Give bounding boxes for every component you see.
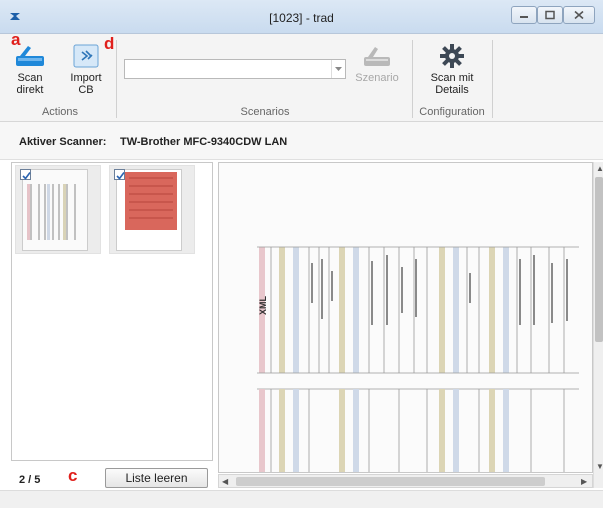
annotation-a: a <box>11 30 21 49</box>
checkmark-icon <box>22 172 31 180</box>
close-button[interactable] <box>563 6 595 24</box>
scan-details-label-line2: Details <box>435 84 469 96</box>
thumbnail-list[interactable] <box>11 162 213 461</box>
thumbnail-page-image <box>116 169 182 251</box>
scroll-up-icon[interactable]: ▲ <box>596 164 603 173</box>
scroll-right-icon[interactable]: ▶ <box>581 477 587 486</box>
vertical-scroll-thumb[interactable] <box>595 177 603 342</box>
thumbnail-page-2[interactable] <box>109 165 195 254</box>
ribbon-separator <box>492 40 493 118</box>
ribbon-separator <box>116 40 117 118</box>
horizontal-scroll-thumb[interactable] <box>236 477 545 486</box>
document-preview-icon <box>27 184 76 240</box>
scenario-button-label: Szenario <box>355 72 399 84</box>
maximize-button[interactable] <box>537 6 563 24</box>
document-preview-icon <box>125 172 177 230</box>
active-scanner-value: TW-Brother MFC-9340CDW LAN <box>120 136 288 148</box>
checkmark-icon <box>116 172 125 180</box>
vertical-scrollbar[interactable]: ▲ ▼ <box>593 162 603 488</box>
chevron-down-icon[interactable] <box>331 60 345 78</box>
scroll-down-icon[interactable]: ▼ <box>596 462 603 471</box>
import-clipboard-icon <box>73 44 99 68</box>
thumbnail-page-1[interactable] <box>15 165 101 254</box>
scroll-left-icon[interactable]: ◀ <box>222 477 228 486</box>
scan-details-button[interactable]: Scan mit Details <box>420 44 484 96</box>
thumbnail-checkbox[interactable] <box>114 169 125 180</box>
ribbon: Scan direkt Import CB Actions Szenario S… <box>0 34 603 122</box>
active-scanner-bar: Aktiver Scanner: TW-Brother MFC-9340CDW … <box>0 122 603 160</box>
status-bar <box>0 490 603 508</box>
active-scanner-label: Aktiver Scanner: <box>19 136 107 148</box>
scan-direct-button[interactable]: Scan direkt <box>8 44 52 96</box>
horizontal-scrollbar[interactable]: ◀ ▶ <box>218 474 593 488</box>
document-title-text: XML <box>258 296 268 316</box>
scenario-dropdown[interactable] <box>124 59 346 79</box>
annotation-d: d <box>104 34 115 53</box>
actions-group-label: Actions <box>41 106 79 118</box>
import-cb-button[interactable]: Import CB <box>64 44 108 96</box>
document-preview[interactable]: XML <box>218 162 593 473</box>
minimize-icon <box>520 16 528 18</box>
scanned-document-image: XML <box>257 246 579 472</box>
ribbon-separator <box>412 40 413 118</box>
configuration-group-label: Configuration <box>419 106 485 118</box>
scenario-scanner-icon <box>364 47 390 66</box>
title-bar: [1023] - trad <box>0 0 603 34</box>
scenarios-group-label: Scenarios <box>240 106 290 118</box>
scan-details-label-line1: Scan mit <box>430 72 474 84</box>
import-cb-label-line2: CB <box>78 84 94 96</box>
scan-direct-label-line2: direkt <box>16 84 44 96</box>
thumbnail-checkbox[interactable] <box>20 169 31 180</box>
close-icon <box>574 10 584 20</box>
page-counter: 2 / 5 <box>19 474 41 486</box>
import-cb-label-line1: Import <box>70 72 102 84</box>
scenario-button[interactable]: Szenario <box>352 44 402 84</box>
scan-direct-label-line1: Scan <box>17 72 43 84</box>
clear-list-button[interactable]: Liste leeren <box>105 468 208 488</box>
maximize-icon <box>545 10 555 20</box>
gear-icon <box>440 44 464 68</box>
annotation-c: c <box>68 466 78 485</box>
minimize-button[interactable] <box>511 6 537 24</box>
thumbnail-page-image <box>22 169 88 251</box>
